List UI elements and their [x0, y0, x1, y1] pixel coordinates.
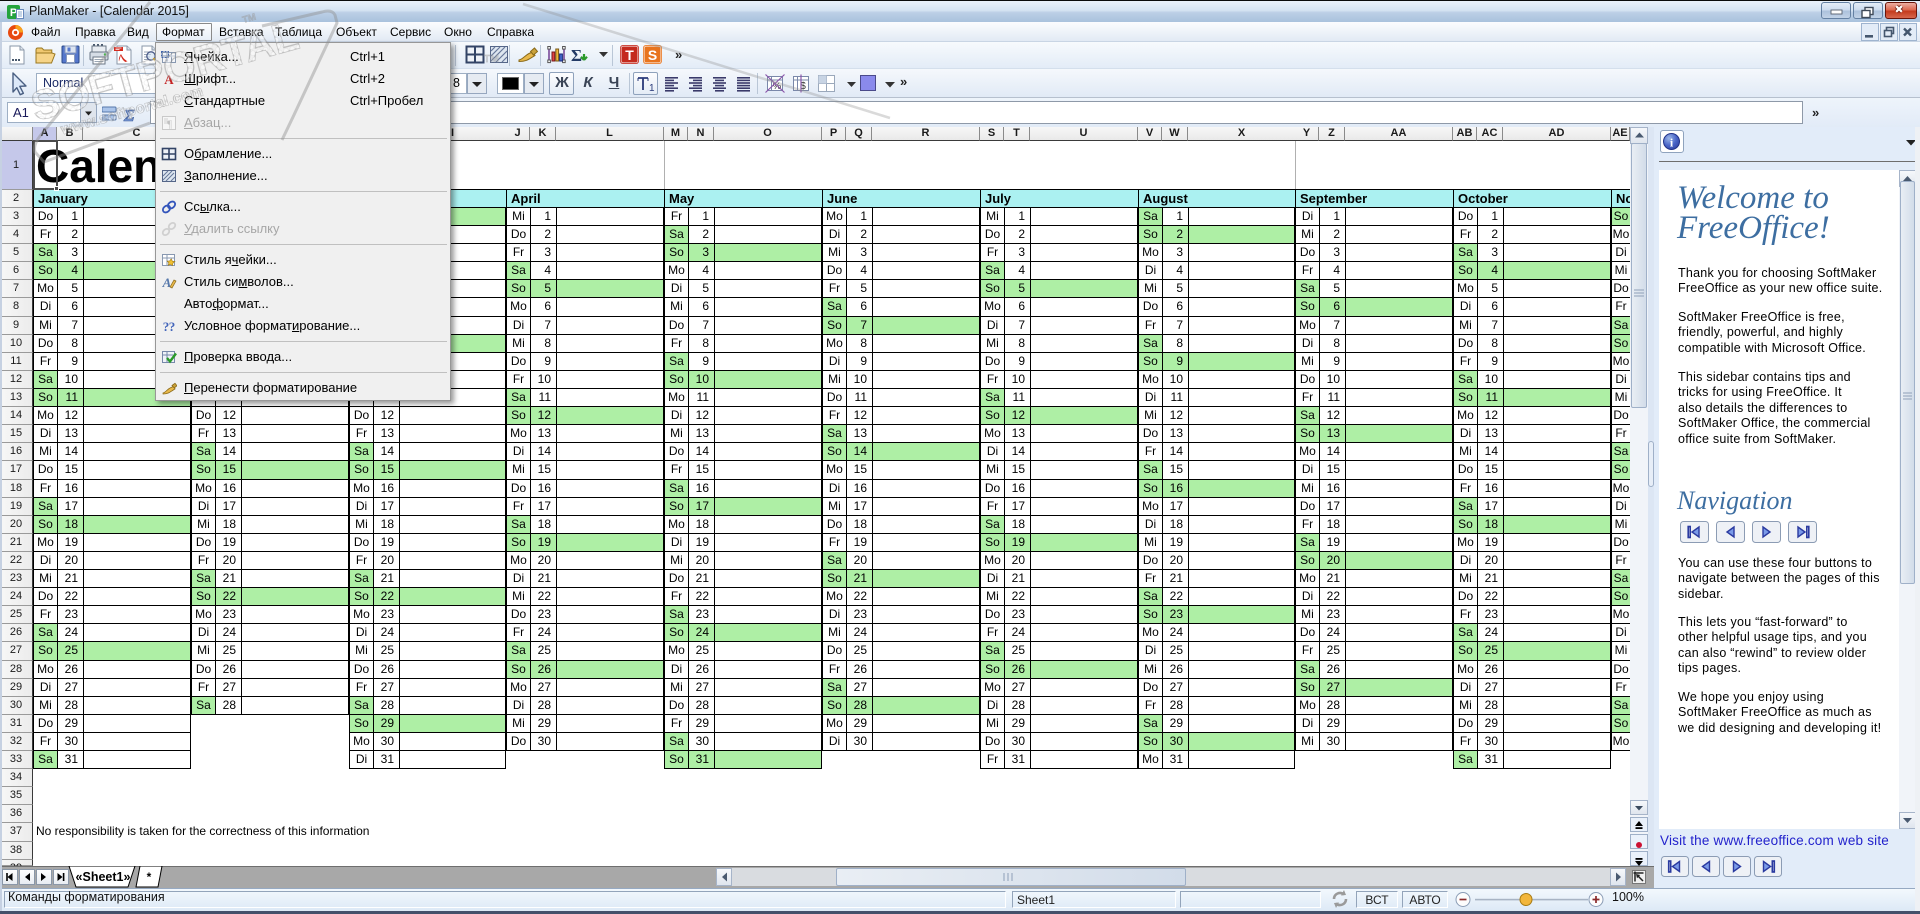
- svg-text:¶: ¶: [167, 119, 172, 131]
- svg-text:A: A: [162, 275, 172, 290]
- svg-text:«Sheet1»: «Sheet1»: [76, 870, 131, 884]
- svg-text:?: ?: [169, 319, 176, 334]
- svg-text:Σ: Σ: [123, 106, 135, 123]
- svg-text:*: *: [147, 870, 152, 884]
- svg-text:Σ: Σ: [571, 46, 582, 65]
- svg-text:S: S: [648, 47, 657, 63]
- svg-text:»: »: [675, 47, 682, 62]
- svg-text:T: T: [625, 47, 634, 63]
- svg-text:A: A: [164, 72, 174, 87]
- svg-text:1: 1: [649, 83, 655, 93]
